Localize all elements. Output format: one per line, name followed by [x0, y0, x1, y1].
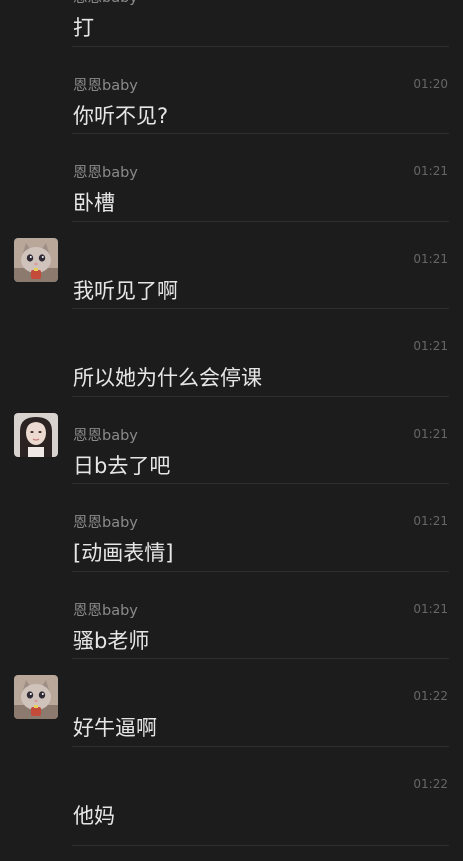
chat-message[interactable]: 恩恩baby 01:20 你听不见?: [0, 47, 463, 134]
girl-avatar[interactable]: [14, 412, 58, 457]
message-sender: 恩恩baby: [73, 165, 138, 181]
chat-message[interactable]: 01:22 他妈: [0, 747, 463, 835]
chat-message[interactable]: 恩恩baby 01:21 卧槽: [0, 134, 463, 222]
chat-message[interactable]: 01:22 好牛逼啊: [0, 659, 463, 747]
chat-message[interactable]: 01:21 我听见了啊: [0, 222, 463, 309]
chat-message[interactable]: 恩恩baby 01:21 骚b老师: [0, 572, 463, 659]
message-text: 好牛逼啊: [73, 716, 157, 740]
message-time: 01:22: [413, 776, 448, 791]
chat-message[interactable]: 恩恩baby 打: [0, 0, 463, 47]
message-time: 01:21: [413, 339, 448, 353]
message-sender: 恩恩baby: [73, 602, 138, 619]
message-time: 01:21: [413, 514, 448, 528]
message-divider: [72, 845, 449, 846]
message-text: 你听不见?: [73, 103, 169, 128]
message-text: 他妈: [73, 803, 115, 828]
message-time: 01:21: [413, 251, 448, 266]
message-sender: 恩恩baby: [73, 427, 138, 444]
chat-message-list: 恩恩baby 打 恩恩baby 01:20 你听不见? 恩恩baby 01:21…: [0, 0, 463, 834]
cat-avatar-image: [14, 237, 58, 282]
message-sender: 恩恩baby: [73, 515, 138, 531]
message-text: 打: [73, 16, 94, 40]
message-text: 卧槽: [73, 191, 115, 215]
cat-avatar[interactable]: [14, 237, 58, 282]
chat-message[interactable]: 恩恩baby 01:21 [动画表情]: [0, 484, 463, 572]
message-time: 01:20: [413, 76, 448, 91]
message-time: 01:22: [413, 689, 448, 703]
message-time: 01:21: [413, 601, 448, 616]
message-text: 我听见了啊: [73, 278, 178, 303]
chat-message[interactable]: 01:21 所以她为什么会停课: [0, 309, 463, 397]
cat-avatar-image: [14, 675, 58, 719]
message-text: [动画表情]: [73, 541, 174, 565]
message-time: 01:21: [413, 426, 448, 441]
message-sender: 恩恩baby: [73, 0, 138, 8]
cat-avatar[interactable]: [14, 675, 58, 719]
message-time: 01:21: [413, 164, 448, 178]
chat-message[interactable]: 恩恩baby 01:21 日b去了吧: [0, 397, 463, 484]
girl-avatar-image: [14, 412, 58, 457]
message-text: 骚b老师: [73, 628, 150, 653]
message-sender: 恩恩baby: [73, 77, 138, 94]
message-text: 日b去了吧: [73, 453, 171, 478]
message-text: 所以她为什么会停课: [73, 366, 262, 390]
